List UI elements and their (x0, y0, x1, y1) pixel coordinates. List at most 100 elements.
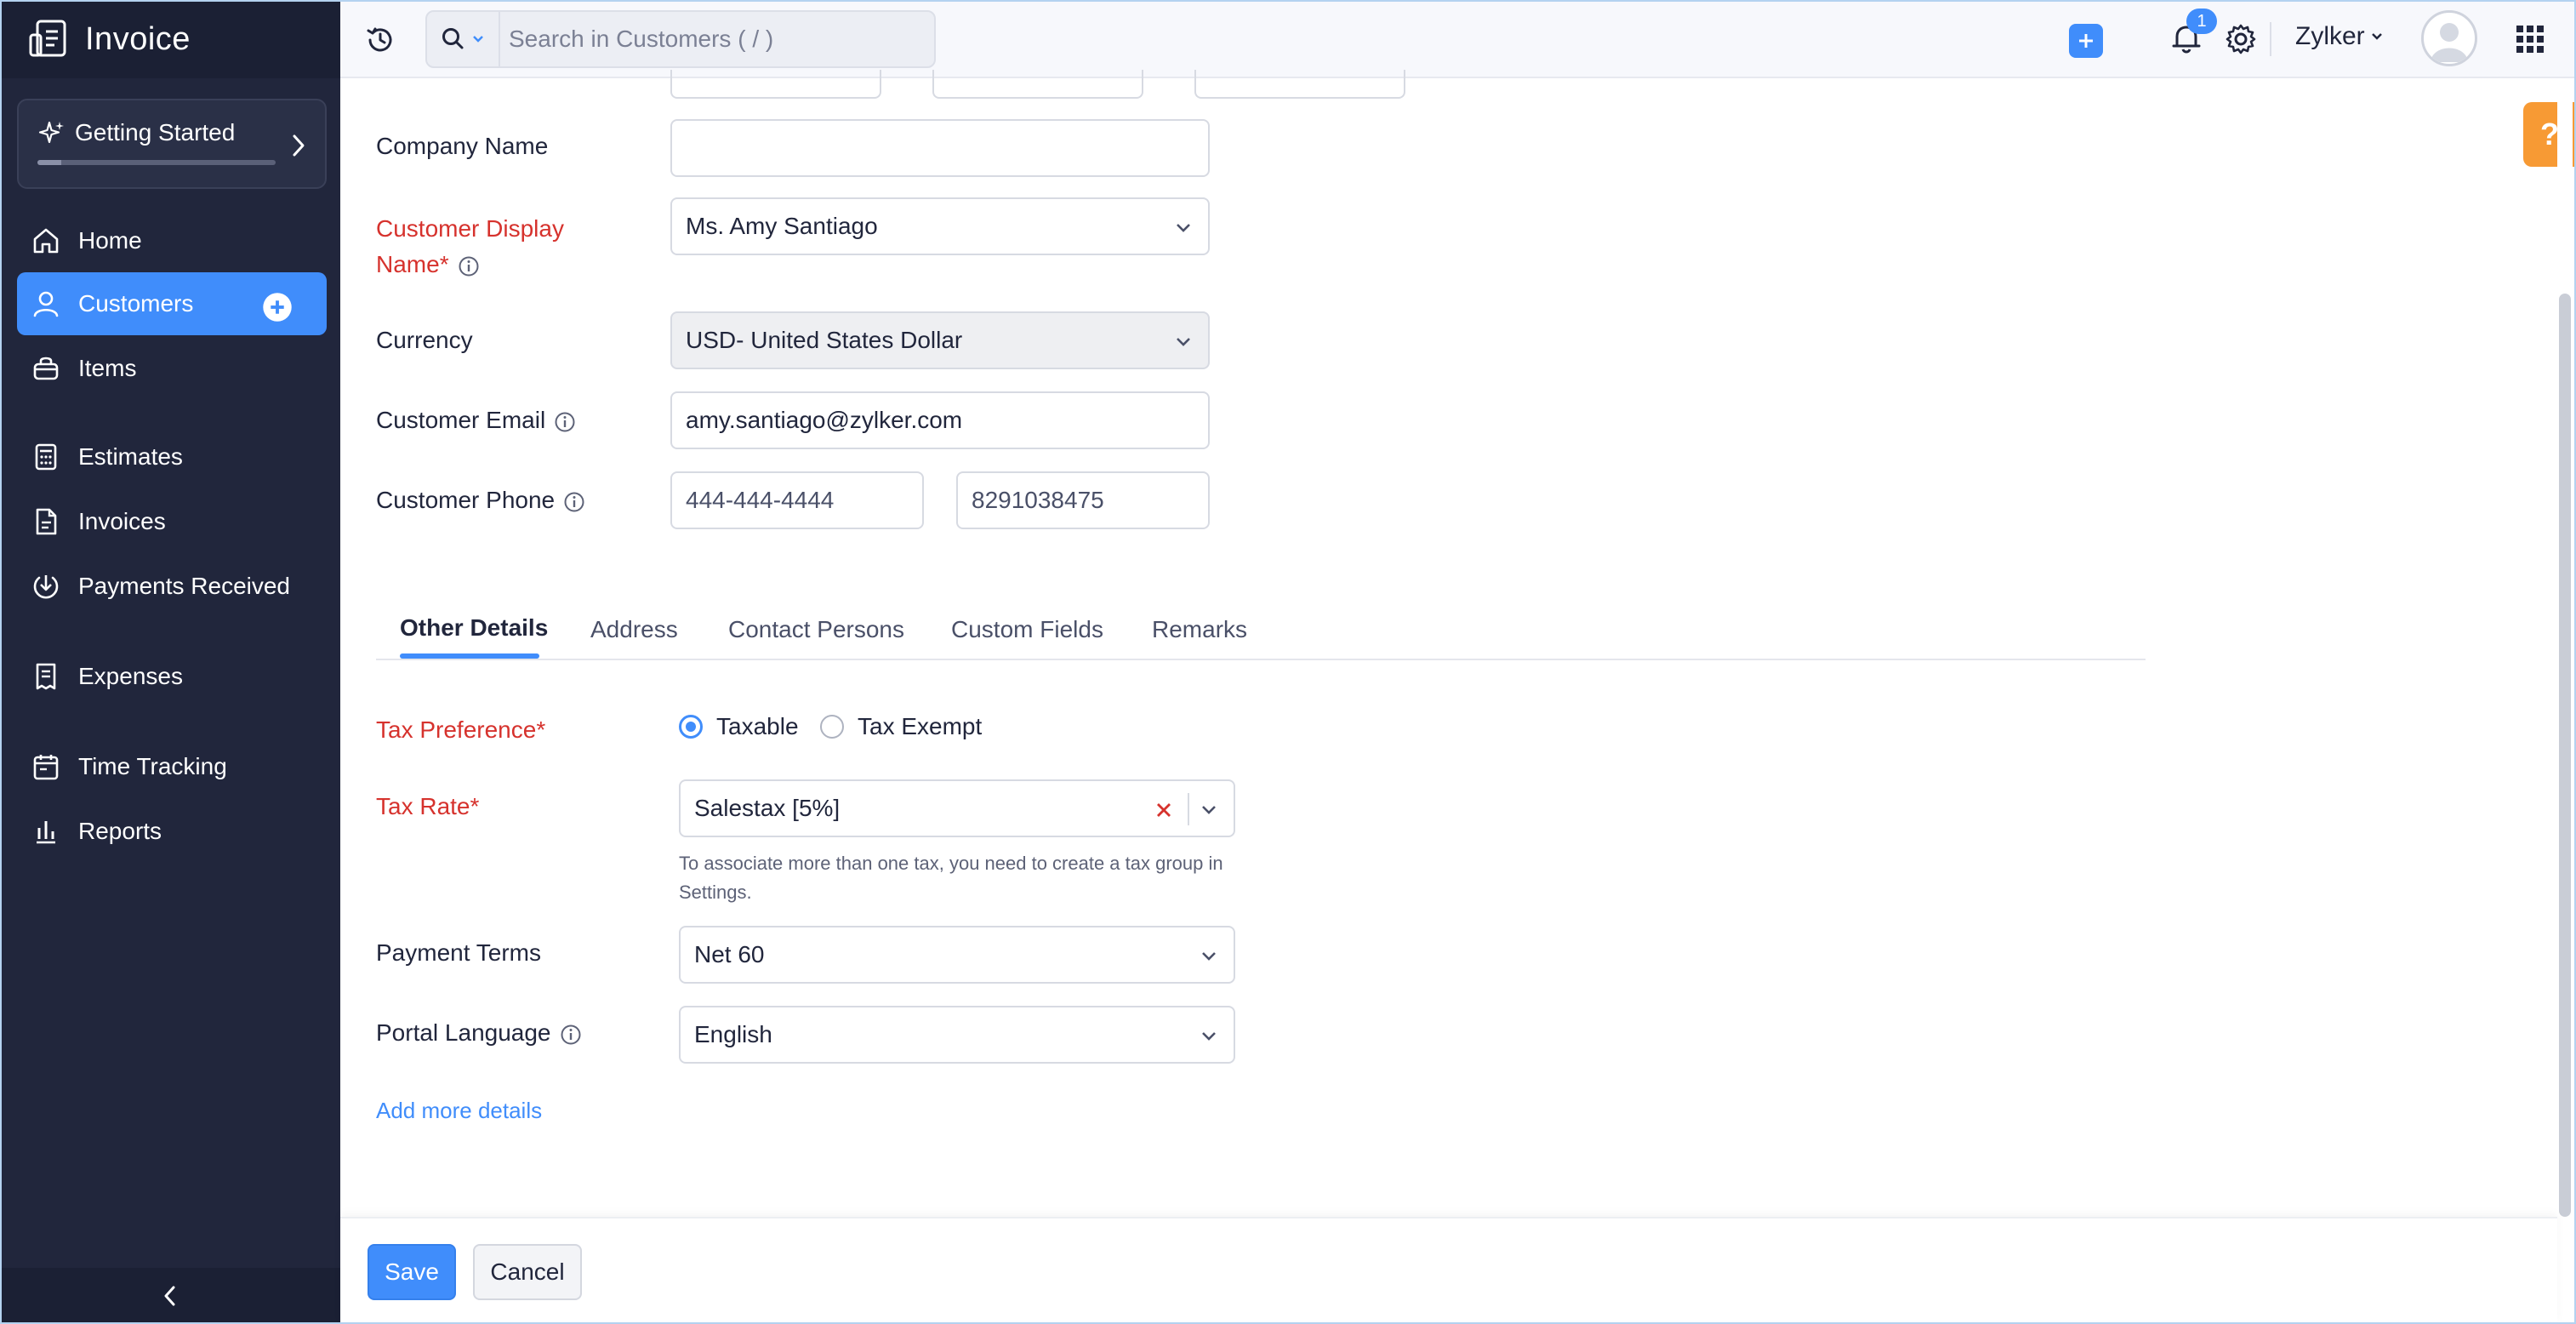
customer-email-field[interactable]: amy.santiago@zylker.com (670, 391, 1210, 449)
collapse-sidebar-button[interactable] (0, 1268, 340, 1324)
portal-language-label: Portal Language (376, 1019, 582, 1047)
window-border (0, 0, 2576, 1324)
brand[interactable]: Invoice (0, 0, 340, 78)
calendar-icon (33, 755, 59, 780)
customer-phone-label: Customer Phone (376, 487, 585, 514)
apps-grid-icon[interactable] (2515, 24, 2545, 54)
plus-icon (2079, 34, 2093, 48)
display-name-label: Customer Display Name* (376, 215, 564, 277)
radio-button[interactable] (820, 715, 844, 739)
sidebar-item-items[interactable]: Items (17, 337, 327, 400)
mobile-phone-field[interactable]: 8291038475 (956, 471, 1210, 529)
payment-terms-value: Net 60 (694, 941, 765, 967)
cancel-button[interactable]: Cancel (473, 1244, 582, 1300)
chevron-down-icon (473, 36, 483, 43)
org-switcher[interactable]: Zylker (2295, 22, 2384, 51)
quick-create-button[interactable] (2069, 24, 2103, 58)
chevron-down-icon (2371, 33, 2382, 40)
sidebar-item-label: Payments Received (78, 573, 291, 599)
select-divider (1188, 793, 1189, 825)
history-icon[interactable] (364, 24, 396, 56)
chevron-down-icon (1202, 952, 1216, 961)
radio-taxable[interactable]: Taxable (679, 713, 799, 740)
display-name-select[interactable]: Ms. Amy Santiago (670, 197, 1210, 255)
radio-label: Taxable (716, 713, 799, 739)
sidebar-item-label: Reports (78, 818, 162, 844)
getting-started-progress (37, 160, 276, 165)
info-icon (561, 1024, 581, 1045)
sidebar-item-home[interactable]: Home (17, 209, 327, 272)
top-bar: 1 Zylker (340, 0, 2576, 78)
sidebar-item-invoices[interactable]: Invoices (17, 490, 327, 553)
form-footer (340, 1217, 2557, 1324)
search-bar[interactable] (425, 10, 936, 68)
work-phone-field[interactable]: 444-444-4444 (670, 471, 924, 529)
chevron-down-icon (1202, 806, 1216, 814)
clear-icon[interactable] (1154, 800, 1174, 820)
sidebar-item-label: Expenses (78, 663, 183, 689)
gear-icon[interactable] (2224, 22, 2258, 56)
payment-terms-select[interactable]: Net 60 (679, 926, 1235, 984)
chevron-down-icon (1177, 338, 1190, 346)
calculator-icon (35, 443, 57, 471)
payment-terms-label: Payment Terms (376, 939, 541, 966)
tax-rate-select[interactable]: Salestax [5%] (679, 779, 1235, 837)
sidebar-item-estimates[interactable]: Estimates (17, 425, 327, 488)
customer-email-label: Customer Email (376, 407, 576, 434)
help-label: ? (2540, 117, 2559, 151)
invoice-logo-icon (29, 20, 66, 57)
radio-tax-exempt[interactable]: Tax Exempt (820, 713, 982, 740)
currency-select[interactable]: USD- United States Dollar (670, 311, 1210, 369)
sidebar-item-label: Time Tracking (78, 753, 227, 779)
tab-address[interactable]: Address (590, 616, 678, 643)
org-name: Zylker (2295, 22, 2365, 50)
add-customer-icon[interactable] (262, 292, 293, 322)
document-icon (36, 508, 57, 535)
company-name-field[interactable] (670, 119, 1210, 177)
salutation-field[interactable] (670, 70, 881, 99)
sidebar-item-label: Estimates (78, 443, 183, 470)
tab-other-details[interactable]: Other Details (400, 614, 548, 642)
add-more-details-link[interactable]: Add more details (376, 1098, 542, 1124)
sidebar-item-time-tracking[interactable]: Time Tracking (17, 735, 327, 798)
sidebar: Invoice Getting Started Home Customers I… (0, 0, 340, 1324)
sidebar-item-label: Home (78, 227, 142, 254)
currency-label: Currency (376, 327, 473, 353)
last-name-field[interactable] (1194, 70, 1405, 99)
info-icon (459, 256, 479, 277)
portal-language-select[interactable]: English (679, 1006, 1235, 1064)
radio-label: Tax Exempt (858, 713, 983, 739)
getting-started-label: Getting Started (75, 119, 236, 146)
bar-chart-icon (37, 821, 55, 844)
radio-button-selected[interactable] (679, 715, 703, 739)
user-icon (33, 291, 59, 317)
sidebar-item-label: Customers (78, 290, 194, 317)
tax-preference-label: Tax Preference* (376, 716, 546, 743)
sidebar-item-label: Items (78, 355, 137, 381)
chevron-down-icon (1202, 1032, 1216, 1041)
tax-rate-label: Tax Rate* (376, 793, 480, 819)
sparkle-icon (38, 121, 64, 144)
sidebar-item-customers[interactable]: Customers (17, 272, 327, 335)
avatar[interactable] (2421, 10, 2477, 66)
sidebar-item-reports[interactable]: Reports (17, 800, 327, 863)
tab-remarks[interactable]: Remarks (1152, 616, 1247, 643)
chevron-right-icon (293, 134, 305, 157)
work-phone-value: 444-444-4444 (686, 487, 835, 513)
download-circle-icon (33, 575, 59, 599)
info-icon (555, 412, 575, 432)
search-input[interactable] (500, 12, 926, 66)
save-button[interactable]: Save (368, 1244, 456, 1300)
scrollbar-thumb[interactable] (2559, 294, 2571, 1217)
home-icon (33, 228, 59, 254)
first-name-field[interactable] (932, 70, 1143, 99)
search-filter-dropdown[interactable] (427, 12, 500, 66)
sidebar-item-expenses[interactable]: Expenses (17, 645, 327, 708)
tab-contact-persons[interactable]: Contact Persons (728, 616, 904, 643)
active-tab-indicator (400, 653, 539, 659)
tab-custom-fields[interactable]: Custom Fields (951, 616, 1103, 643)
sidebar-item-payments-received[interactable]: Payments Received (17, 555, 327, 618)
getting-started-card[interactable]: Getting Started (17, 99, 327, 189)
sidebar-item-label: Invoices (78, 508, 166, 534)
notification-badge: 1 (2186, 9, 2217, 34)
